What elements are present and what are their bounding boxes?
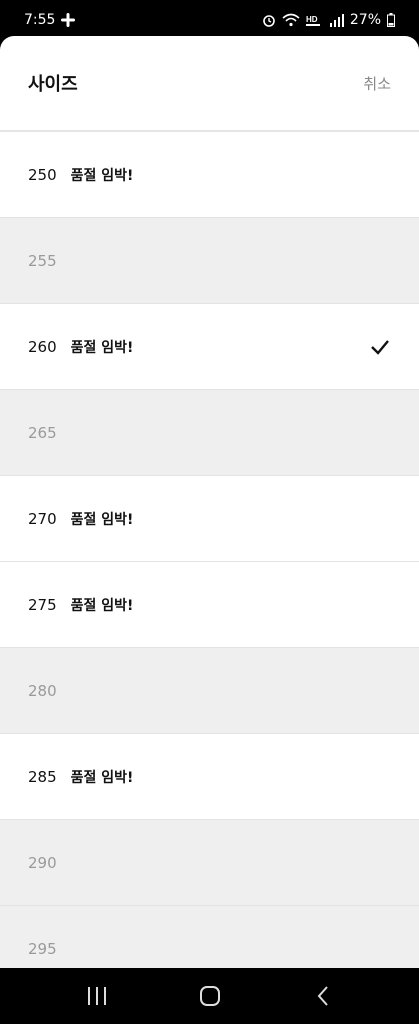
size-option-content: 285 품절 임박! — [28, 767, 133, 787]
alarm-icon — [262, 13, 276, 27]
svg-text:HD: HD — [306, 15, 318, 24]
size-option-content: 255 — [28, 252, 57, 270]
wifi-icon — [282, 13, 300, 27]
size-value: 260 — [28, 337, 57, 356]
low-stock-label: 품절 임박! — [70, 769, 134, 786]
low-stock-label: 품절 임박! — [70, 597, 134, 614]
cancel-button[interactable]: 취소 — [363, 73, 391, 94]
size-picker-sheet: 사이즈 취소 250 품절 임박! 255 260 품절 임박! 265 270 품절 임박!… — [0, 36, 419, 968]
size-option-260[interactable]: 260 품절 임박! — [0, 304, 419, 390]
slack-icon — [61, 13, 76, 27]
size-option-265: 265 — [0, 390, 419, 476]
size-value: 285 — [28, 767, 57, 786]
size-option-content: 265 — [28, 424, 57, 442]
size-list: 250 품절 임박! 255 260 품절 임박! 265 270 품절 임박! 275 품절 임… — [0, 132, 419, 968]
hd-voice-icon: HD — [305, 13, 324, 27]
status-bar: 7:55 HD 27% — [0, 0, 419, 40]
size-option-290: 290 — [0, 820, 419, 906]
size-option-270[interactable]: 270 품절 임박! — [0, 476, 419, 562]
size-option-285[interactable]: 285 품절 임박! — [0, 734, 419, 820]
size-option-250[interactable]: 250 품절 임박! — [0, 132, 419, 218]
size-option-295: 295 — [0, 906, 419, 968]
sheet-title: 사이즈 — [28, 74, 78, 95]
size-value: 255 — [28, 251, 57, 270]
size-value: 275 — [28, 595, 57, 614]
size-value: 295 — [28, 939, 57, 958]
sheet-header: 사이즈 취소 — [0, 36, 419, 132]
signal-icon — [329, 13, 344, 27]
size-value: 270 — [28, 509, 57, 528]
battery-percent: 27% — [349, 12, 381, 28]
size-option-280: 280 — [0, 648, 419, 734]
size-option-content: 295 — [28, 940, 57, 958]
size-value: 265 — [28, 423, 57, 442]
size-option-content: 290 — [28, 854, 57, 872]
low-stock-label: 품절 임박! — [70, 167, 134, 184]
home-icon[interactable] — [190, 976, 230, 1016]
size-option-275[interactable]: 275 품절 임박! — [0, 562, 419, 648]
status-right: HD 27% — [262, 12, 395, 28]
size-option-content: 250 품절 임박! — [28, 165, 133, 185]
low-stock-label: 품절 임박! — [70, 511, 134, 528]
size-option-content: 260 품절 임박! — [28, 337, 133, 357]
size-option-255: 255 — [0, 218, 419, 304]
navigation-bar — [0, 968, 419, 1024]
size-option-content: 280 — [28, 682, 57, 700]
size-value: 250 — [28, 165, 57, 184]
recent-apps-icon[interactable] — [77, 976, 117, 1016]
size-option-content: 270 품절 임박! — [28, 509, 133, 529]
status-time: 7:55 — [24, 12, 56, 28]
battery-icon — [387, 13, 395, 27]
status-left: 7:55 — [24, 12, 76, 28]
size-value: 280 — [28, 681, 57, 700]
size-value: 290 — [28, 853, 57, 872]
size-option-content: 275 품절 임박! — [28, 595, 133, 615]
low-stock-label: 품절 임박! — [70, 339, 134, 356]
back-icon[interactable] — [303, 976, 343, 1016]
checkmark-icon — [369, 336, 391, 358]
